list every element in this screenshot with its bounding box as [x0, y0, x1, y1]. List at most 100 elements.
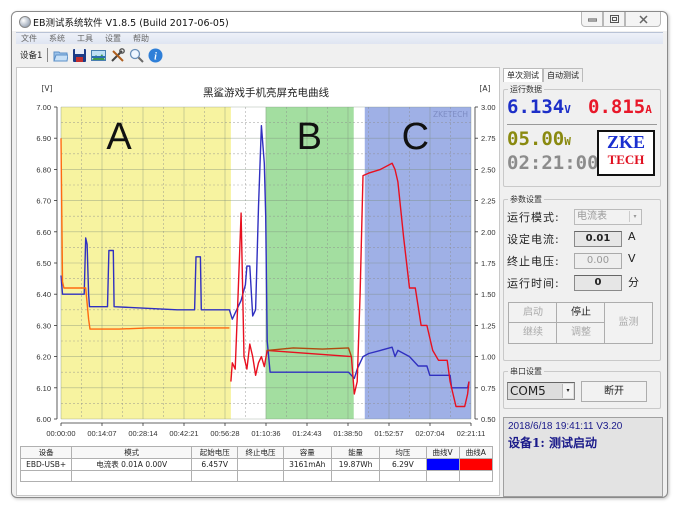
svg-text:i: i [155, 51, 158, 62]
right-tick-label: 0.75 [481, 384, 496, 393]
current-readout: 0.815A [588, 96, 652, 118]
right-tick-label: 2.00 [481, 228, 496, 237]
menu-system[interactable]: 系统 [49, 33, 65, 44]
left-tick-label: 6.90 [36, 134, 51, 143]
left-tick-label: 6.40 [36, 290, 51, 299]
minimize-button[interactable] [581, 12, 603, 27]
window-title: EB测试系统软件 V1.8.5 (Build 2017-06-05) [33, 18, 229, 29]
stop-button[interactable]: 停止 [556, 302, 606, 324]
left-tick-label: 7.00 [36, 103, 51, 112]
left-tick-label: 6.50 [36, 259, 51, 268]
toolbar: 设备1 i [16, 45, 663, 65]
params-group: 参数设置 运行模式: 电流表 ▾ 设定电流: 0.01 A 终止电压: 0.00 … [503, 194, 661, 361]
set-current-unit: A [628, 230, 637, 243]
left-tick-label: 6.30 [36, 321, 51, 330]
right-tick-label: 2.75 [481, 134, 496, 143]
curve-a-color-swatch[interactable] [458, 458, 494, 471]
serial-legend: 串口设置 [508, 366, 544, 377]
col-curve-v: 曲线V [425, 446, 460, 459]
x-tick-label: 02:21:11 [457, 429, 486, 438]
x-tick-label: 01:38:50 [333, 429, 362, 438]
set-current-input[interactable]: 0.01 [574, 231, 622, 247]
test-mode-tabs: 单次测试 自动测试 [503, 68, 583, 82]
title-bar: EB测试系统软件 V1.8.5 (Build 2017-06-05) [12, 12, 667, 31]
col-energy: 能量 [330, 446, 381, 459]
col-curve-a: 曲线A [458, 446, 494, 459]
right-tick-label: 2.50 [481, 165, 496, 174]
mode-select[interactable]: 电流表 ▾ [574, 209, 642, 225]
monitor-button[interactable]: 监测 [604, 302, 653, 344]
chevron-down-icon: ▾ [629, 211, 640, 222]
table-row[interactable]: EBD-USB+ 电流表 0.01A 0.00V 6.457V 3161mAh … [19, 458, 494, 471]
charge-curve-chart: 7.00 6.90 6.80 6.70 6.60 6.50 6.40 6.30 6.20 6.10… [36, 84, 496, 438]
tools-icon[interactable] [110, 47, 126, 63]
disconnect-button[interactable]: 断开 [581, 381, 647, 402]
right-tick-label: 0.50 [481, 415, 496, 424]
menu-tools[interactable]: 工具 [77, 33, 93, 44]
right-tick-label: 1.75 [481, 259, 496, 268]
region-label-b: B [297, 116, 322, 158]
zketech-logo: ZKE TECH [597, 130, 655, 176]
cell-avg-voltage: 6.29V [379, 458, 427, 471]
x-tick-label: 01:24:43 [292, 429, 321, 438]
cell-end-voltage [237, 458, 284, 471]
results-table: 设备 模式 起始电压 终止电压 容量 能量 均压 曲线V 曲线A EBD-USB… [19, 446, 494, 482]
x-tick-label: 00:00:00 [46, 429, 75, 438]
right-tick-label: 3.00 [481, 103, 496, 112]
open-folder-icon[interactable] [53, 48, 70, 63]
serial-group: 串口设置 COM5 ▾ 断开 [503, 366, 661, 409]
right-axis-unit: [A] [480, 84, 491, 93]
curve-v-color-swatch[interactable] [425, 458, 460, 471]
run-time-unit: 分 [628, 276, 640, 289]
right-tick-label: 1.25 [481, 321, 496, 330]
run-data-group: 运行数据 6.134V 0.815A 05.00W 02:21:00 ZKE T… [503, 84, 661, 187]
left-axis-unit: [V] [42, 84, 53, 93]
set-current-label: 设定电流: [507, 233, 560, 246]
right-tick-label: 1.50 [481, 290, 496, 299]
cell-energy: 19.87Wh [330, 458, 381, 471]
cutoff-voltage-label: 终止电压: [507, 255, 560, 268]
tab-single-test[interactable]: 单次测试 [503, 68, 543, 82]
device-tab[interactable]: 设备1 [20, 49, 42, 61]
run-time-label: 运行时间: [507, 277, 560, 290]
menu-help[interactable]: 帮助 [133, 33, 149, 44]
x-tick-label: 02:07:04 [415, 429, 444, 438]
params-legend: 参数设置 [508, 194, 544, 205]
run-time-input[interactable]: 0 [574, 275, 622, 291]
left-tick-label: 6.20 [36, 353, 51, 362]
x-tick-label: 00:28:14 [128, 429, 157, 438]
com-port-select[interactable]: COM5 ▾ [507, 382, 575, 400]
toolbar-separator [47, 48, 49, 62]
left-tick-label: 6.00 [36, 415, 51, 424]
menu-settings[interactable]: 设置 [105, 33, 121, 44]
close-button[interactable] [625, 12, 661, 27]
right-panel: 单次测试 自动测试 运行数据 6.134V 0.815A 05.00W 02:2… [501, 67, 663, 497]
adjust-button[interactable]: 调整 [556, 322, 606, 344]
left-tick-label: 6.10 [36, 384, 51, 393]
cutoff-voltage-input[interactable]: 0.00 [574, 253, 622, 269]
continue-button[interactable]: 继续 [508, 322, 558, 344]
x-tick-label: 00:42:21 [169, 429, 198, 438]
menu-file[interactable]: 文件 [21, 33, 37, 44]
cell-start-voltage: 6.457V [191, 458, 239, 471]
save-icon[interactable] [72, 48, 87, 63]
start-button[interactable]: 启动 [508, 302, 558, 324]
cell-device: EBD-USB+ [19, 458, 73, 471]
col-mode: 模式 [71, 446, 193, 459]
col-end-voltage: 终止电压 [237, 446, 284, 459]
status-message: 设备1: 测试启动 [508, 436, 597, 450]
col-start-voltage: 起始电压 [191, 446, 239, 459]
search-icon[interactable] [129, 48, 145, 63]
cell-capacity: 3161mAh [282, 458, 332, 471]
image-icon[interactable] [91, 48, 107, 63]
info-icon[interactable]: i [148, 48, 163, 63]
tab-auto-test[interactable]: 自动测试 [543, 68, 583, 82]
app-icon [19, 16, 31, 28]
col-device: 设备 [19, 446, 73, 459]
cutoff-voltage-unit: V [628, 252, 637, 265]
watermark-text: ZKETECH [433, 110, 468, 119]
table-header-row: 设备 模式 起始电压 终止电压 容量 能量 均压 曲线V 曲线A [19, 446, 494, 459]
right-tick-label: 2.25 [481, 197, 496, 206]
elapsed-time-readout: 02:21:00 [507, 152, 599, 174]
maximize-button[interactable] [603, 12, 625, 27]
